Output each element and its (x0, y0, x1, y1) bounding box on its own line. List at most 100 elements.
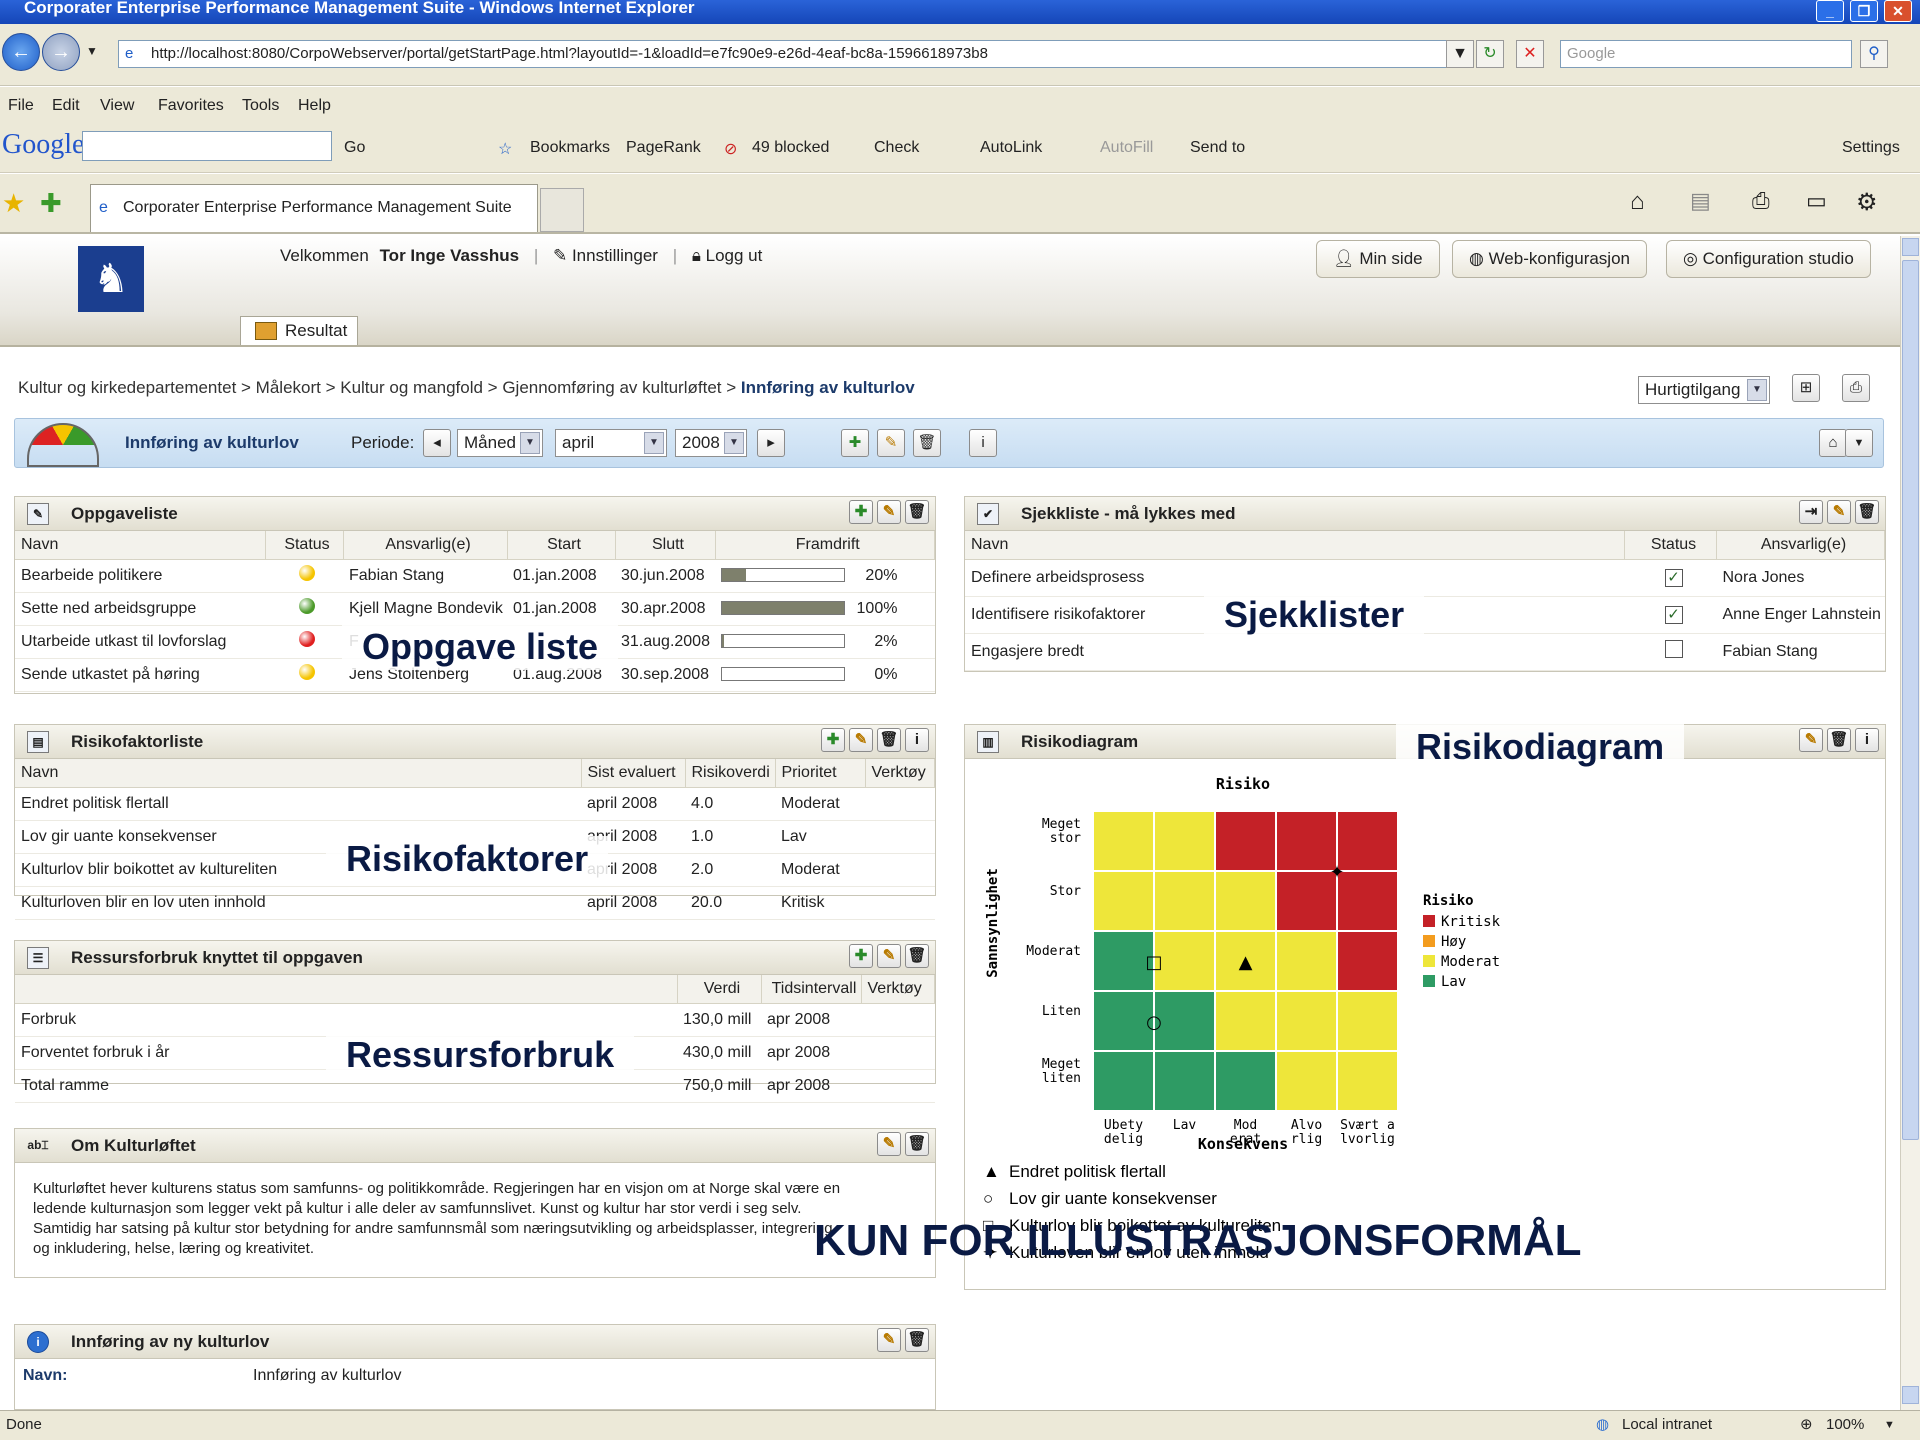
back-button[interactable]: ← (2, 33, 40, 71)
settings-link[interactable]: Innstillinger (572, 246, 658, 265)
column-header[interactable]: Navn (15, 531, 266, 560)
chevron-down-icon[interactable]: ▼ (1845, 429, 1873, 457)
search-icon[interactable]: ⚲ (1860, 40, 1888, 68)
pagerank-button[interactable]: PageRank (626, 139, 701, 157)
page-menu-icon[interactable]: ▭ (1806, 188, 1827, 214)
feeds-icon[interactable]: ▤ (1690, 188, 1711, 214)
info-icon[interactable]: i (969, 429, 997, 457)
period-type-select[interactable]: Måned ▼ (457, 429, 543, 457)
table-row[interactable]: Definere arbeidsprosess ✓ Nora Jones (965, 559, 1885, 597)
risk-marker[interactable]: ○ (1146, 1012, 1162, 1033)
web-config-button[interactable]: ◍ Web-konfigurasjon (1452, 240, 1647, 278)
column-header[interactable]: Verdi (677, 975, 762, 1004)
delete-icon[interactable]: 🗑︎ (913, 429, 941, 457)
table-row[interactable]: Identifisere risikofaktorer ✓ Anne Enger… (965, 596, 1885, 634)
scroll-up-button[interactable] (1902, 238, 1919, 256)
autofill-button[interactable]: AutoFill (1100, 139, 1153, 157)
google-search-input[interactable] (82, 131, 332, 161)
task-name[interactable]: Sette ned arbeidsgruppe (15, 592, 265, 626)
month-select[interactable]: april ▼ (555, 429, 667, 457)
delete-icon[interactable]: 🗑︎ (905, 944, 929, 968)
favorites-star-icon[interactable]: ★ (2, 188, 25, 219)
edit-icon[interactable]: ✎ (877, 500, 901, 524)
menu-view[interactable]: View (100, 97, 134, 115)
edit-icon[interactable]: ✎ (877, 1328, 901, 1352)
column-header[interactable]: Ansvarlig(e) (1716, 531, 1885, 560)
column-header[interactable]: Prioritet (775, 759, 866, 788)
column-header[interactable]: Risikoverdi (685, 759, 776, 788)
add-icon[interactable]: ✚ (849, 944, 873, 968)
check-button[interactable]: Check (874, 139, 919, 157)
home-icon[interactable]: ⌂ (1630, 188, 1645, 216)
risk-marker[interactable]: □ (1145, 952, 1162, 973)
crumb-item[interactable]: Kultur og mangfold (340, 378, 483, 397)
column-header[interactable]: Slutt (615, 531, 716, 560)
edit-icon[interactable]: ✎ (1827, 500, 1851, 524)
info-icon[interactable]: i (905, 728, 929, 752)
table-row[interactable]: Endret politisk flertall april 2008 4.0 Mod… (15, 787, 935, 821)
send-to-button[interactable]: Send to (1190, 139, 1245, 157)
risk-name[interactable]: Kulturloven blir en lov uten innhold (15, 886, 581, 920)
maximize-button[interactable]: ❐ (1850, 0, 1878, 22)
column-header[interactable]: Status (265, 531, 344, 560)
column-header[interactable]: Framdrift (715, 531, 935, 560)
bookmarks-button[interactable]: Bookmarks (530, 139, 610, 157)
column-header[interactable]: Status (1624, 531, 1717, 560)
forward-button[interactable]: → (42, 33, 80, 71)
table-row[interactable]: Bearbeide politikere Fabian Stang 01.jan… (15, 559, 935, 593)
delete-icon[interactable]: 🗑︎ (905, 1328, 929, 1352)
autolink-button[interactable]: AutoLink (980, 139, 1042, 157)
address-dropdown-icon[interactable]: ▼ (1446, 40, 1474, 68)
column-header[interactable]: Verktøy (861, 975, 935, 1004)
checklist-item-name[interactable]: Definere arbeidsprosess (965, 559, 1625, 597)
column-header[interactable]: Sist evaluert (581, 759, 686, 788)
delete-icon[interactable]: 🗑︎ (1827, 728, 1851, 752)
new-tab-button[interactable] (540, 188, 584, 232)
logout-link[interactable]: Logg ut (706, 246, 763, 265)
chevron-down-icon[interactable]: ▼ (1884, 1411, 1895, 1439)
edit-icon[interactable]: ✎ (1799, 728, 1823, 752)
browser-tab[interactable]: e Corporater Enterprise Performance Mana… (90, 184, 538, 232)
configuration-studio-button[interactable]: ◎ Configuration studio (1666, 240, 1871, 278)
menu-help[interactable]: Help (298, 97, 331, 115)
previous-period-button[interactable]: ◂ (423, 429, 451, 457)
column-header[interactable]: Navn (965, 531, 1625, 560)
print-page-icon[interactable]: ⎙ (1842, 374, 1870, 402)
tab-resultat[interactable]: Resultat (240, 316, 358, 346)
add-favorite-icon[interactable]: ✚ (40, 188, 62, 219)
hierarchy-icon[interactable]: ⊞ (1792, 374, 1820, 402)
next-period-button[interactable]: ▸ (757, 429, 785, 457)
delete-icon[interactable]: 🗑︎ (905, 1132, 929, 1156)
my-page-button[interactable]: 👤︎ Min side (1316, 240, 1440, 278)
print-icon[interactable]: ⎙ (1752, 188, 1770, 214)
stop-button[interactable]: ✕ (1516, 40, 1544, 68)
delete-icon[interactable]: 🗑︎ (905, 500, 929, 524)
column-header[interactable]: Tidsintervall (761, 975, 862, 1004)
risk-name[interactable]: Endret politisk flertall (15, 787, 581, 821)
quick-access-select[interactable]: Hurtigtilgang ▼ (1638, 376, 1770, 404)
edit-icon[interactable]: ✎ (877, 1132, 901, 1156)
column-header[interactable]: Verktøy (865, 759, 935, 788)
risk-marker[interactable]: ✦ (1329, 862, 1344, 883)
task-name[interactable]: Utarbeide utkast til lovforslag (15, 625, 265, 659)
info-icon[interactable]: i (1855, 728, 1879, 752)
blocked-button[interactable]: 49 blocked (752, 139, 829, 157)
vertical-scrollbar[interactable] (1900, 236, 1920, 1410)
year-select[interactable]: 2008 ▼ (675, 429, 747, 457)
crumb-item[interactable]: Kultur og kirkedepartementet (18, 378, 236, 397)
status-checkbox[interactable] (1664, 640, 1683, 658)
crumb-item[interactable]: Gjennomføring av kulturløftet (502, 378, 721, 397)
close-window-button[interactable]: ✕ (1884, 0, 1912, 22)
edit-icon[interactable]: ✎ (849, 728, 873, 752)
task-name[interactable]: Sende utkastet på høring (15, 658, 265, 692)
home-menu-icon[interactable]: ⌂ (1819, 429, 1847, 457)
scroll-down-button[interactable] (1902, 1386, 1919, 1404)
add-icon[interactable]: ✚ (849, 500, 873, 524)
scroll-thumb[interactable] (1902, 260, 1919, 1140)
risk-marker[interactable]: ▲ (1239, 952, 1253, 973)
history-dropdown-icon[interactable]: ▼ (86, 44, 98, 58)
menu-favorites[interactable]: Favorites (158, 97, 224, 115)
task-name[interactable]: Bearbeide politikere (15, 559, 265, 593)
menu-tools[interactable]: Tools (242, 97, 279, 115)
google-go-button[interactable]: Go (344, 139, 365, 157)
